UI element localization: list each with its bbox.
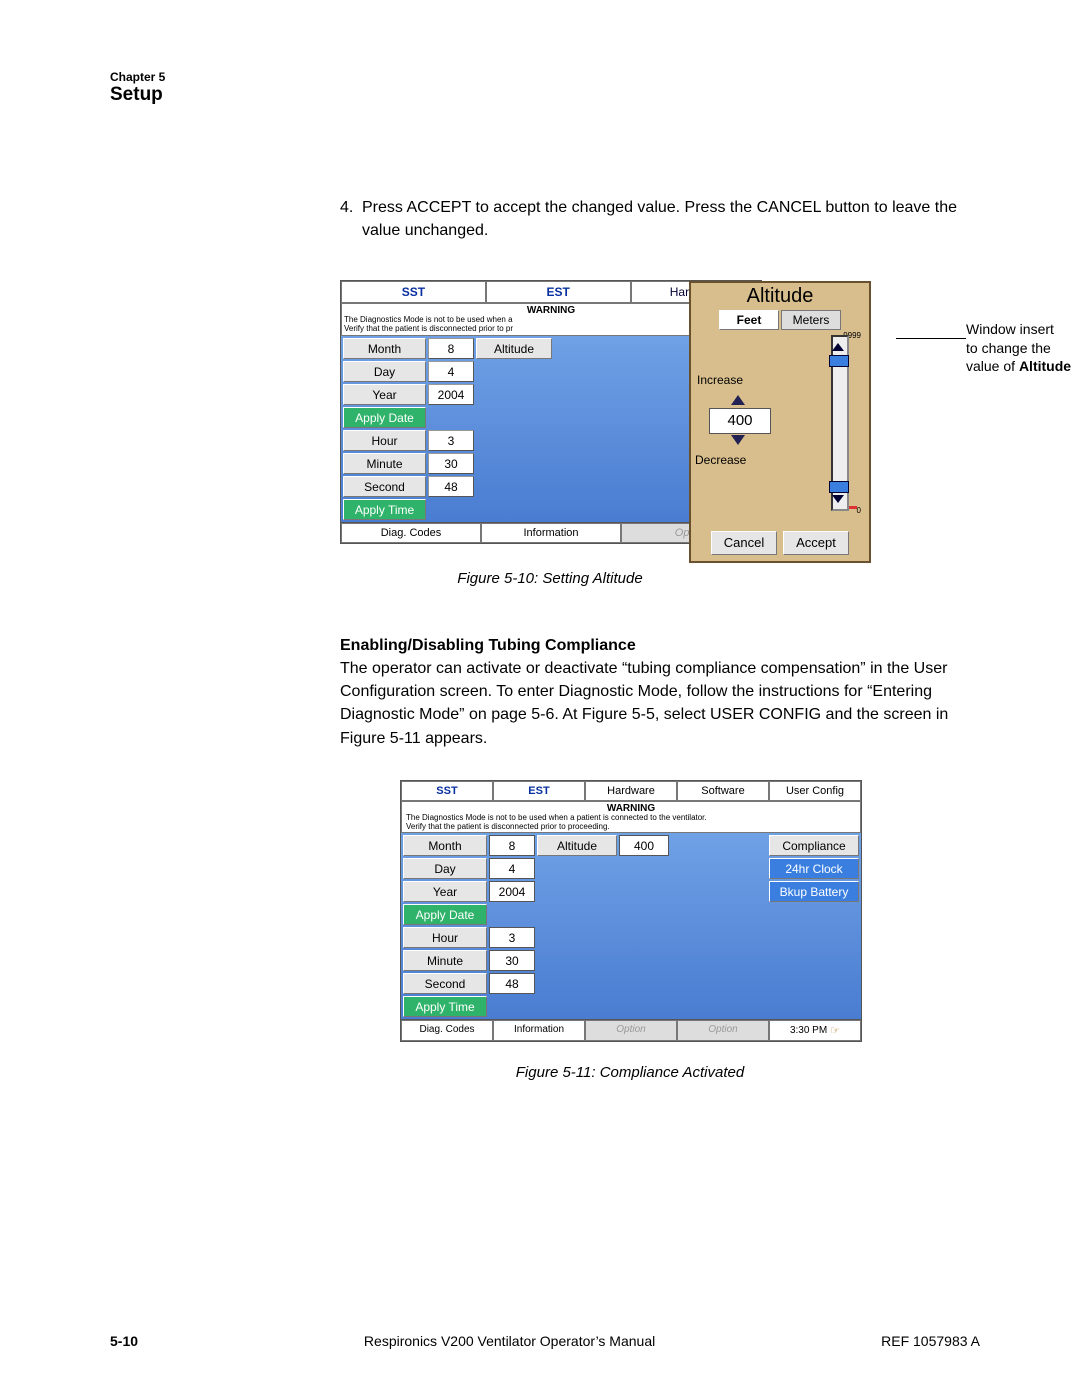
compliance-button[interactable]: Compliance [769, 835, 859, 856]
warning-bar-2: WARNING The Diagnostics Mode is not to b… [401, 801, 861, 834]
bottom2-tab-diag-codes[interactable]: Diag. Codes [401, 1020, 493, 1041]
clock-24hr-button[interactable]: 24hr Clock [769, 858, 859, 879]
tab2-sst[interactable]: SST [401, 781, 493, 801]
step-number: 4. [340, 196, 362, 242]
slider-thumb-upper[interactable] [829, 355, 849, 367]
label2-second: Second [403, 973, 487, 994]
diag-screen-2: SST EST Hardware Software User Config WA… [400, 780, 862, 1043]
label-minute: Minute [343, 453, 426, 474]
slider-up-arrow-icon[interactable] [832, 343, 844, 351]
value2-day[interactable]: 4 [489, 858, 535, 879]
tab2-hardware[interactable]: Hardware [585, 781, 677, 801]
unit-meters-button[interactable]: Meters [781, 310, 841, 330]
slider-down-arrow-icon[interactable] [832, 495, 844, 503]
value2-year[interactable]: 2004 [489, 881, 535, 902]
increase-arrow-icon[interactable] [731, 395, 745, 405]
annotation-text: Window insert to change the value of Alt… [966, 320, 1080, 375]
bottom2-time: 3:30 PM ☞ [769, 1020, 861, 1041]
value2-month[interactable]: 8 [489, 835, 535, 856]
tab-sst[interactable]: SST [341, 281, 486, 303]
label-hour: Hour [343, 430, 426, 451]
value2-hour[interactable]: 3 [489, 927, 535, 948]
altitude-button-2[interactable]: Altitude [537, 835, 617, 856]
hand-icon: ☞ [830, 1024, 840, 1037]
value-hour[interactable]: 3 [428, 430, 474, 451]
cancel-button[interactable]: Cancel [711, 531, 777, 555]
value-year[interactable]: 2004 [428, 384, 474, 405]
page-number: 5-10 [110, 1333, 138, 1349]
accept-button[interactable]: Accept [783, 531, 849, 555]
label-month: Month [343, 338, 426, 359]
popup-title: Altitude [691, 283, 869, 310]
slider-thumb-lower[interactable] [829, 481, 849, 493]
para-tubing-compliance: The operator can activate or deactivate … [340, 657, 980, 750]
backup-battery-button[interactable]: Bkup Battery [769, 881, 859, 902]
figure-caption-2: Figure 5-11: Compliance Activated [400, 1064, 860, 1081]
diag-screen-1: SST EST Hardware WARNING The Diagnostics… [340, 280, 762, 544]
decrease-arrow-icon[interactable] [731, 435, 745, 445]
decrease-label: Decrease [695, 453, 746, 467]
value-minute[interactable]: 30 [428, 453, 474, 474]
value2-second[interactable]: 48 [489, 973, 535, 994]
chapter-label: Chapter 5 [110, 70, 980, 84]
label2-month: Month [403, 835, 487, 856]
apply-date-button[interactable]: Apply Date [343, 407, 426, 428]
label2-day: Day [403, 858, 487, 879]
bottom2-tab-information[interactable]: Information [493, 1020, 585, 1041]
bottom2-tab-option-2: Option [677, 1020, 769, 1041]
tab2-software[interactable]: Software [677, 781, 769, 801]
altitude-button[interactable]: Altitude [476, 338, 552, 359]
value-day[interactable]: 4 [428, 361, 474, 382]
bottom2-tab-option-1: Option [585, 1020, 677, 1041]
annotation-leader-line [896, 338, 966, 339]
label-day: Day [343, 361, 426, 382]
tab-est[interactable]: EST [486, 281, 631, 303]
slider-min-label: 0 [857, 506, 861, 515]
label2-minute: Minute [403, 950, 487, 971]
altitude-slider[interactable]: 9999 0 [819, 331, 859, 515]
label-second: Second [343, 476, 426, 497]
increase-label: Increase [697, 373, 743, 387]
figure-5-11: SST EST Hardware Software User Config WA… [400, 780, 980, 1082]
value2-minute[interactable]: 30 [489, 950, 535, 971]
value2-altitude[interactable]: 400 [619, 835, 669, 856]
label-year: Year [343, 384, 426, 405]
bottom-tab-diag-codes[interactable]: Diag. Codes [341, 523, 481, 543]
step-text: Press ACCEPT to accept the changed value… [362, 196, 980, 242]
apply-time-button[interactable]: Apply Time [343, 499, 426, 520]
label2-year: Year [403, 881, 487, 902]
apply-time-button-2[interactable]: Apply Time [403, 996, 487, 1017]
value-month[interactable]: 8 [428, 338, 474, 359]
figure-caption-1: Figure 5-10: Setting Altitude [340, 570, 760, 587]
bottom-tab-information[interactable]: Information [481, 523, 621, 543]
footer-ref: REF 1057983 A [881, 1333, 980, 1349]
unit-feet-button[interactable]: Feet [719, 310, 779, 330]
altitude-popup: Altitude Feet Meters Increase 400 Decrea… [689, 281, 871, 563]
tab2-est[interactable]: EST [493, 781, 585, 801]
tab2-user-config[interactable]: User Config [769, 781, 861, 801]
altitude-value[interactable]: 400 [709, 408, 771, 434]
page-title: Setup [110, 84, 980, 106]
apply-date-button-2[interactable]: Apply Date [403, 904, 487, 925]
figure-5-10: Window insert to change the value of Alt… [340, 280, 980, 587]
footer-center: Respironics V200 Ventilator Operator’s M… [364, 1333, 655, 1349]
value-second[interactable]: 48 [428, 476, 474, 497]
subhead-tubing-compliance: Enabling/Disabling Tubing Compliance [340, 637, 980, 655]
label2-hour: Hour [403, 927, 487, 948]
